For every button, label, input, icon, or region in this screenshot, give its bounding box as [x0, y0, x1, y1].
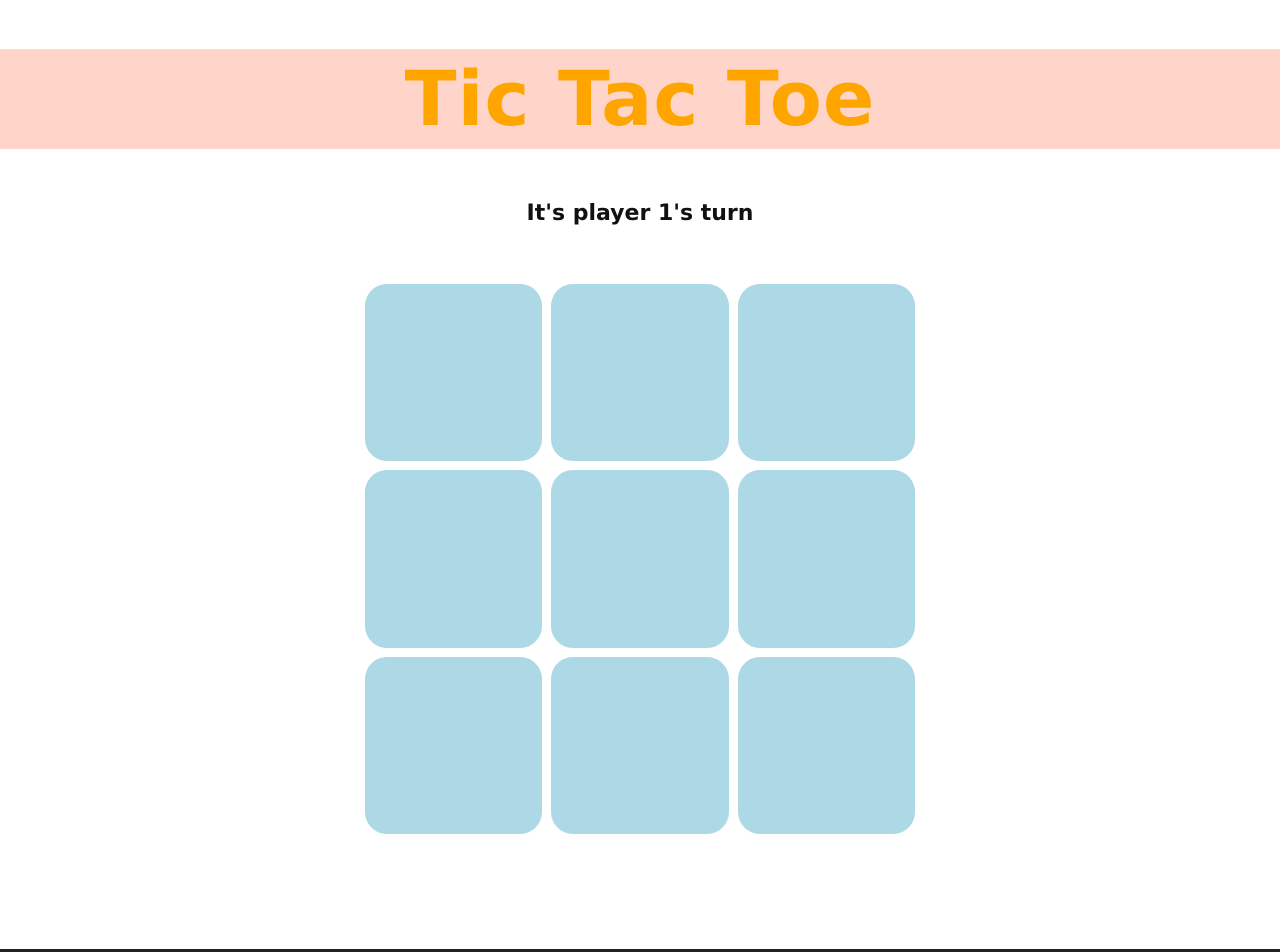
turn-status: It's player 1's turn	[526, 201, 754, 226]
board-cell-4[interactable]	[365, 470, 542, 648]
game-board	[365, 284, 915, 834]
page-title: Tic Tac Toe	[404, 54, 876, 143]
board-cell-5[interactable]	[551, 470, 729, 648]
game-page: Tic Tac Toe It's player 1's turn	[0, 0, 1280, 952]
board-cell-6[interactable]	[738, 470, 915, 648]
board-cell-8[interactable]	[551, 657, 729, 834]
board-cell-1[interactable]	[365, 284, 542, 461]
board-cell-3[interactable]	[738, 284, 915, 461]
board-cell-2[interactable]	[551, 284, 729, 461]
board-cell-9[interactable]	[738, 657, 915, 834]
header-banner: Tic Tac Toe	[0, 49, 1280, 149]
board-cell-7[interactable]	[365, 657, 542, 834]
